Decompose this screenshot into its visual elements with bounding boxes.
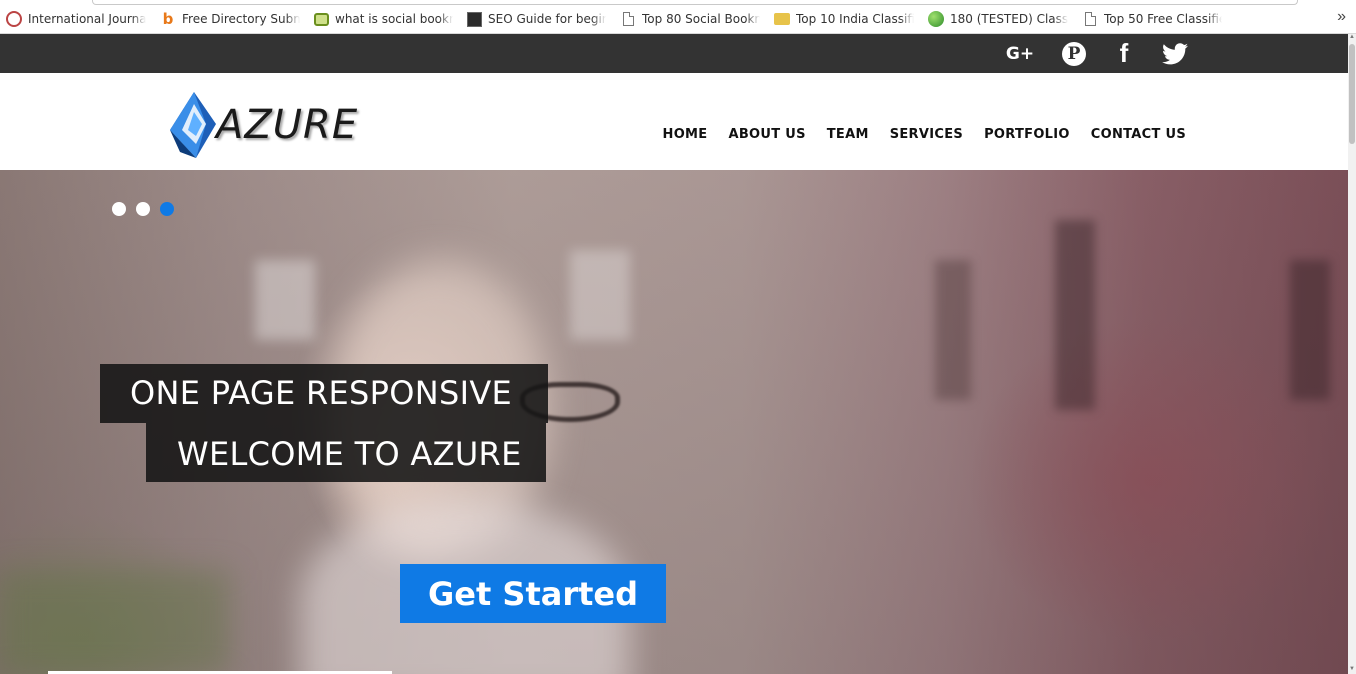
page-icon [620, 11, 636, 27]
bookmark-item[interactable]: what is social bookma [308, 9, 459, 29]
bookmark-label: International Journal o [28, 12, 146, 26]
slider-dots [112, 202, 184, 216]
monitor-icon [314, 12, 329, 26]
slider-dot[interactable] [112, 202, 126, 216]
bookmark-item[interactable]: International Journal o [0, 9, 152, 29]
hero-caption-line-2: WELCOME TO AZURE [146, 423, 546, 482]
bookmark-label: Top 80 Social Bookma [642, 12, 760, 26]
b-logo-icon: b [162, 10, 174, 28]
bookmarks-bar: International Journal o b Free Directory… [0, 0, 1356, 34]
globe-icon [928, 11, 944, 27]
bookmark-label: 180 (TESTED) Classifie [950, 12, 1068, 26]
bookmark-item[interactable]: Top 50 Free Classified [1076, 9, 1228, 29]
bookmark-label: Top 50 Free Classified [1104, 12, 1222, 26]
site-logo[interactable]: AZURE [166, 89, 358, 161]
scroll-up-arrow-icon[interactable]: ▲ [1349, 34, 1355, 42]
bookmarks-list: International Journal o b Free Directory… [0, 9, 1230, 29]
nav-services[interactable]: SERVICES [890, 127, 963, 142]
hero-slider: ONE PAGE RESPONSIVE WELCOME TO AZURE Get… [0, 170, 1348, 674]
seo-icon [467, 11, 482, 27]
bookmark-item[interactable]: Top 10 India Classifiec [768, 9, 920, 29]
main-nav: HOME ABOUT US TEAM SERVICES PORTFOLIO CO… [642, 127, 1186, 142]
hero-caption-line-1: ONE PAGE RESPONSIVE [100, 364, 548, 423]
bookmark-label: SEO Guide for beginn [488, 12, 606, 26]
twitter-icon[interactable] [1162, 42, 1188, 65]
journal-icon [6, 11, 22, 27]
google-plus-icon[interactable]: G+ [1006, 44, 1034, 64]
nav-about-us[interactable]: ABOUT US [728, 127, 805, 142]
nav-contact-us[interactable]: CONTACT US [1091, 127, 1186, 142]
social-links: G+ P f [978, 38, 1188, 69]
bookmark-label: Free Directory Submis [182, 12, 300, 26]
tens-icon [774, 13, 790, 25]
address-bar-edge [92, 0, 1298, 5]
bookmark-label: Top 10 India Classifiec [796, 12, 914, 26]
bookmark-item[interactable]: 180 (TESTED) Classifie [922, 9, 1074, 29]
nav-portfolio[interactable]: PORTFOLIO [984, 127, 1070, 142]
page-scrollbar[interactable]: ▲ ▼ [1348, 34, 1356, 674]
site-header: AZURE HOME ABOUT US TEAM SERVICES PORTFO… [0, 73, 1348, 170]
get-started-button[interactable]: Get Started [400, 564, 666, 623]
scroll-down-arrow-icon[interactable]: ▼ [1349, 666, 1355, 674]
social-bar: G+ P f [0, 34, 1348, 73]
scrollbar-thumb[interactable] [1349, 44, 1355, 144]
bookmark-label: what is social bookma [335, 12, 453, 26]
diamond-logo-icon [170, 92, 216, 158]
slider-dot[interactable] [136, 202, 150, 216]
logo-text: AZURE [216, 102, 359, 148]
facebook-icon[interactable]: f [1114, 38, 1134, 69]
bookmark-item[interactable]: b Free Directory Submis [154, 9, 306, 29]
slider-dot-active[interactable] [160, 202, 174, 216]
bookmark-item[interactable]: SEO Guide for beginn [461, 9, 612, 29]
pinterest-icon[interactable]: P [1062, 41, 1086, 66]
nav-home[interactable]: HOME [663, 127, 708, 142]
bookmark-item[interactable]: Top 80 Social Bookma [614, 9, 766, 29]
nav-team[interactable]: TEAM [827, 127, 869, 142]
bookmarks-overflow-button[interactable]: » [1337, 8, 1346, 26]
page-icon [1082, 11, 1098, 27]
